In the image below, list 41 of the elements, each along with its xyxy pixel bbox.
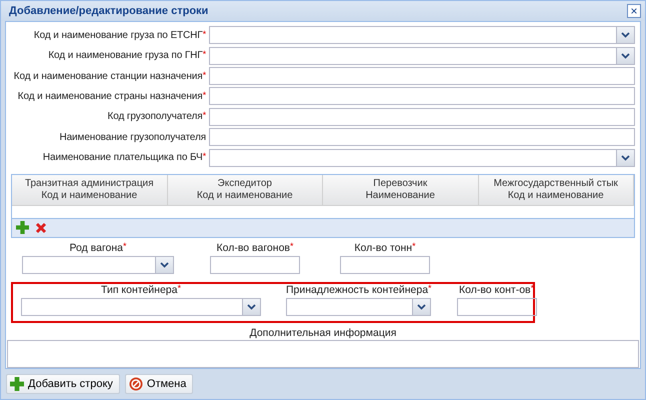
input-field[interactable] [209,67,635,86]
plus-icon [10,377,24,391]
column-header[interactable]: Перевозчик Наименование [323,174,478,205]
text-area[interactable] [7,340,639,368]
field-label: Наименование плательщика по БЧ$^{*}$ [42,152,207,164]
input-field[interactable] [456,298,537,316]
input-field[interactable] [209,108,635,126]
field-label: Код и наименование груза по ЕТСНГ$^{*}$ [32,30,207,41]
cancel-button[interactable]: Отмена [124,374,194,394]
no-entry-icon [128,377,143,391]
field-label: Тип контейнера$^{*}$ [101,284,181,298]
dropdown-field[interactable] [209,148,635,167]
field-label: Принадлежность контейнера$^{*}$ [286,284,432,298]
field-label: Код и наименование станции назначения$^{*}$ [12,70,207,82]
field-label: Дополнительная информация [248,327,398,340]
input-field[interactable] [209,87,635,106]
add-row-button[interactable] [16,221,29,234]
dropdown-field[interactable] [286,298,432,316]
field-label: Код грузополучателя$^{*}$ [106,111,207,122]
column-header[interactable]: Транзитная администрация Код и наименование [12,174,168,205]
add-button[interactable]: Добавить строку [6,374,120,394]
field-label: Код и наименование груза по ГНГ$^{*}$ [47,50,207,62]
dropdown-field[interactable] [21,298,261,316]
field-label: Род вагона$^{*}$ [69,242,127,256]
column-header[interactable]: Экспедитор Код и наименование [168,174,323,205]
field-label: Код и наименование страны назначения$^{*}$ [16,90,207,102]
input-field[interactable] [210,256,300,274]
field-label: Кол-во тонн$^{*}$ [354,242,416,256]
delete-row-button[interactable] [35,222,47,234]
field-label: Кол-во вагонов$^{*}$ [216,242,294,256]
input-field[interactable] [340,256,430,274]
column-header[interactable]: Межгосударственный стык Код и наименование [478,174,634,205]
close-icon [35,222,47,234]
dropdown-field[interactable] [209,26,635,44]
plus-icon [16,221,29,234]
dropdown-field[interactable] [209,46,635,65]
input-field[interactable] [209,128,635,146]
close-button[interactable]: × [627,4,641,18]
dropdown-field[interactable] [22,256,174,274]
field-label: Наименование грузополучателя [58,132,207,143]
window-title: Добавление/редактирование строки [9,5,208,17]
